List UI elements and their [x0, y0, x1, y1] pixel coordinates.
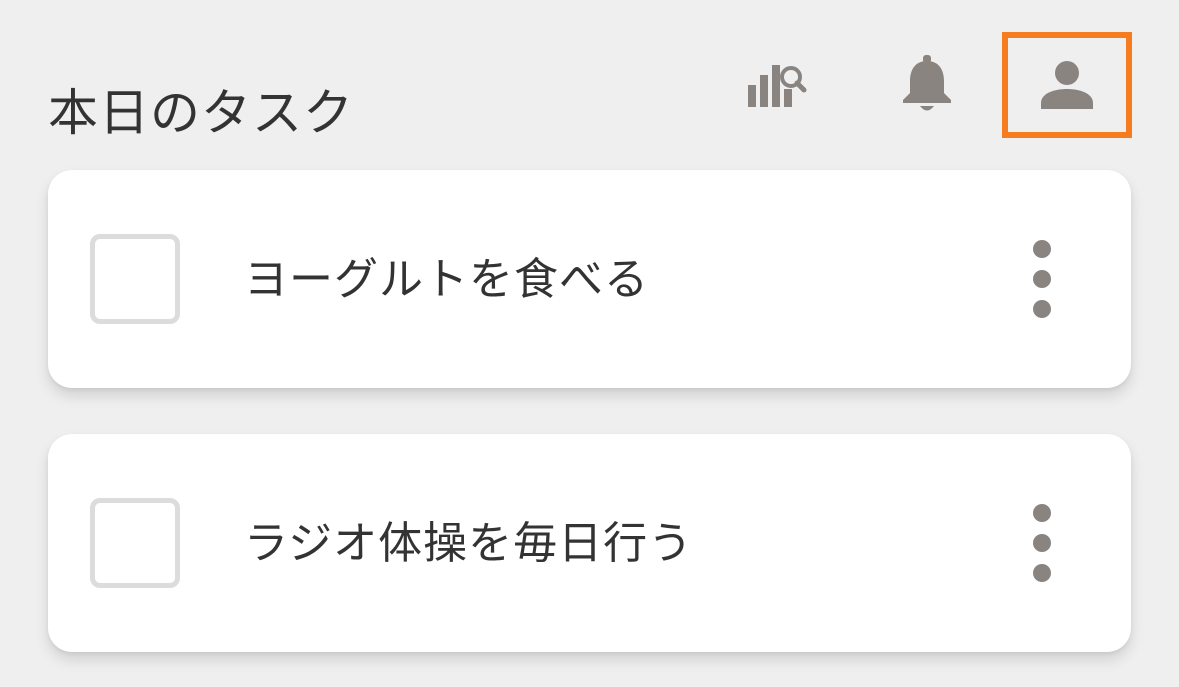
- stats-button[interactable]: [730, 44, 820, 124]
- task-label: ラジオ体操を毎日行う: [244, 518, 694, 569]
- task-label: ヨーグルトを食べる: [244, 254, 649, 305]
- more-vertical-icon: [1033, 564, 1051, 582]
- page-title: 本日のタスク: [48, 84, 354, 142]
- chart-search-icon: [748, 65, 807, 107]
- more-vertical-icon: [1033, 300, 1051, 318]
- more-vertical-icon: [1033, 534, 1051, 552]
- notifications-button[interactable]: [882, 44, 972, 124]
- bell-icon: [903, 55, 951, 111]
- more-options-button[interactable]: [1022, 504, 1062, 582]
- more-vertical-icon: [1033, 240, 1051, 258]
- person-icon: [1041, 61, 1093, 109]
- profile-button[interactable]: [1002, 32, 1132, 138]
- task-checkbox[interactable]: [90, 234, 180, 324]
- task-checkbox[interactable]: [90, 498, 180, 588]
- more-vertical-icon: [1033, 504, 1051, 522]
- more-options-button[interactable]: [1022, 240, 1062, 318]
- task-card[interactable]: ヨーグルトを食べる: [48, 170, 1131, 388]
- more-vertical-icon: [1033, 270, 1051, 288]
- task-card[interactable]: ラジオ体操を毎日行う: [48, 434, 1131, 652]
